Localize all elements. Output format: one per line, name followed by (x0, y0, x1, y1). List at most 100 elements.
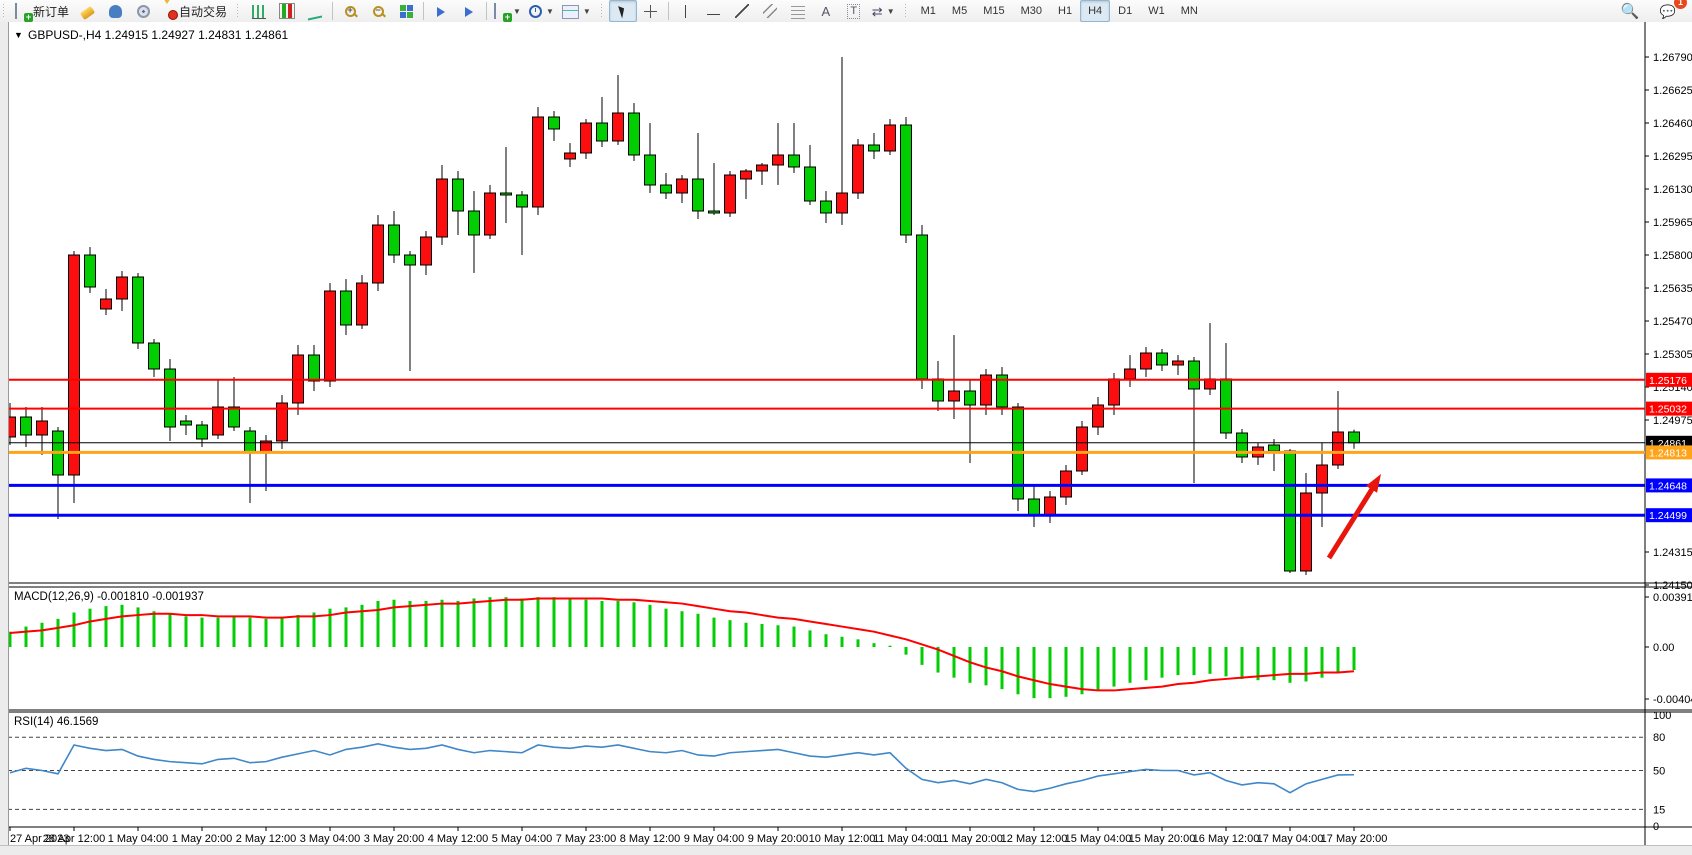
bear-candle (453, 179, 464, 211)
bear-candle (133, 277, 144, 343)
toolbar-drag-handle[interactable] (2, 3, 6, 19)
periods-dropdown[interactable]: ▼ (525, 0, 558, 22)
text-label-button[interactable]: T (840, 0, 868, 22)
timeframe-button-m5[interactable]: M5 (944, 0, 975, 22)
timeframe-button-mn[interactable]: MN (1173, 0, 1206, 22)
toolbar-drag-handle[interactable] (904, 3, 908, 19)
bear-candle (1221, 379, 1232, 433)
bear-candle (501, 193, 512, 195)
vertical-line-icon (685, 5, 686, 18)
price-tick-label: 1.24150 (1653, 580, 1692, 592)
new-order-button[interactable]: + 新订单 (11, 0, 73, 22)
arrows-dropdown[interactable]: ⇄▼ (868, 0, 899, 22)
price-tick-label: 1.25305 (1653, 349, 1692, 361)
horizontal-line-button[interactable] (700, 0, 728, 22)
search-button[interactable]: 🔍 (1616, 0, 1644, 22)
time-tick-label: 7 May 23:00 (556, 833, 617, 845)
vertical-line-button[interactable] (672, 0, 700, 22)
indicators-dropdown[interactable]: ▼ (558, 0, 595, 22)
timeframe-button-m30[interactable]: M30 (1013, 0, 1050, 22)
notifications-button[interactable]: 💬 1 (1654, 0, 1682, 22)
toolbar-drag-handle[interactable] (600, 3, 604, 19)
symbol-title: GBPUSD-,H4 1.24915 1.24927 1.24831 1.248… (28, 28, 289, 42)
bull-candle (437, 179, 448, 237)
bull-candle (613, 113, 624, 141)
price-tag: 1.24499 (1646, 508, 1692, 522)
zoom-out-icon: − (373, 6, 384, 17)
price-tick-label: 1.26625 (1653, 85, 1692, 97)
equidistant-channel-button[interactable] (756, 0, 784, 22)
timeframe-button-h4[interactable]: H4 (1080, 0, 1110, 22)
timeframe-button-m1[interactable]: M1 (913, 0, 944, 22)
fibonacci-button[interactable] (784, 0, 812, 22)
bull-candle (773, 155, 784, 165)
price-tag: 1.24813 (1646, 445, 1692, 459)
bear-candle (197, 425, 208, 439)
price-tag-label: 1.24813 (1649, 447, 1687, 459)
auto-scroll-button[interactable] (427, 0, 455, 22)
macd-indicator-label: MACD(12,26,9) -0.001810 -0.001937 (14, 591, 204, 603)
line-chart-button[interactable] (301, 0, 329, 22)
bear-candle (517, 195, 528, 207)
time-tick-label: 12 May 12:00 (1001, 833, 1068, 845)
crosshair-icon (644, 5, 657, 18)
bear-candle (1349, 432, 1360, 443)
candlestick-chart-button[interactable] (273, 0, 301, 22)
autotrading-button[interactable]: 自动交易 (157, 0, 231, 22)
timeframe-button-d1[interactable]: D1 (1110, 0, 1140, 22)
bear-candle (389, 225, 400, 255)
signals-button[interactable] (129, 0, 157, 22)
bull-candle (837, 193, 848, 213)
timeframe-button-m15[interactable]: M15 (975, 0, 1012, 22)
crosshair-button[interactable] (637, 0, 665, 22)
metaeditor-button[interactable] (73, 0, 101, 22)
window-bottom-frame (0, 845, 1692, 855)
time-tick-label: 3 May 04:00 (300, 833, 361, 845)
bear-candle (1285, 451, 1296, 571)
toolbar-drag-handle[interactable] (236, 3, 240, 19)
price-chart[interactable]: 1.267901.266251.264601.262951.261301.259… (0, 22, 1692, 845)
chart-shift-button[interactable] (455, 0, 483, 22)
main-toolbar: + 新订单 自动交易 + − +▼ ▼ ▼ (0, 0, 1692, 23)
mt4-terminal-window: + 新订单 自动交易 + − +▼ ▼ ▼ (0, 0, 1692, 855)
time-tick-label: 17 May 04:00 (1257, 833, 1324, 845)
bull-candle (1301, 493, 1312, 571)
bull-candle (581, 123, 592, 153)
time-tick-label: 15 May 20:00 (1129, 833, 1196, 845)
bar-chart-icon (252, 5, 266, 19)
auto-scroll-icon (437, 7, 445, 17)
cursor-button[interactable] (609, 0, 637, 22)
price-tick-label: 1.24315 (1653, 547, 1692, 559)
text-button[interactable]: A (812, 0, 840, 22)
bull-candle (101, 299, 112, 309)
trendline-icon (735, 4, 749, 18)
price-tick-label: 1.26460 (1653, 118, 1692, 130)
price-tag-label: 1.24648 (1649, 480, 1687, 492)
chart-header: ▼GBPUSD-,H4 1.24915 1.24927 1.24831 1.24… (14, 28, 289, 42)
trendline-button[interactable] (728, 0, 756, 22)
macd-tick-label: 0.00 (1653, 642, 1674, 654)
bull-candle (565, 153, 576, 159)
bear-candle (549, 117, 560, 129)
objects-toolbar-group: A T ⇄▼ (606, 0, 902, 22)
time-tick-label: 15 May 04:00 (1065, 833, 1132, 845)
price-tag: 1.25032 (1646, 402, 1692, 416)
new-chart-dropdown[interactable]: +▼ (490, 0, 525, 22)
bear-candle (693, 179, 704, 211)
zoom-out-button[interactable]: − (364, 0, 392, 22)
fibonacci-icon (791, 6, 805, 19)
bear-candle (901, 125, 912, 235)
metaeditor-icon (79, 6, 94, 20)
timeframe-button-h1[interactable]: H1 (1050, 0, 1080, 22)
rsi-level-label: 15 (1653, 804, 1665, 816)
price-tag: 1.25176 (1646, 373, 1692, 387)
community-button[interactable] (101, 0, 129, 22)
timeframe-button-w1[interactable]: W1 (1140, 0, 1173, 22)
bar-chart-button[interactable] (245, 0, 273, 22)
zoom-in-button[interactable]: + (336, 0, 364, 22)
price-tick-label: 1.24975 (1653, 415, 1692, 427)
bull-candle (757, 165, 768, 171)
tile-windows-button[interactable] (392, 0, 420, 22)
bear-candle (341, 291, 352, 325)
time-tick-label: 10 May 12:00 (809, 833, 876, 845)
